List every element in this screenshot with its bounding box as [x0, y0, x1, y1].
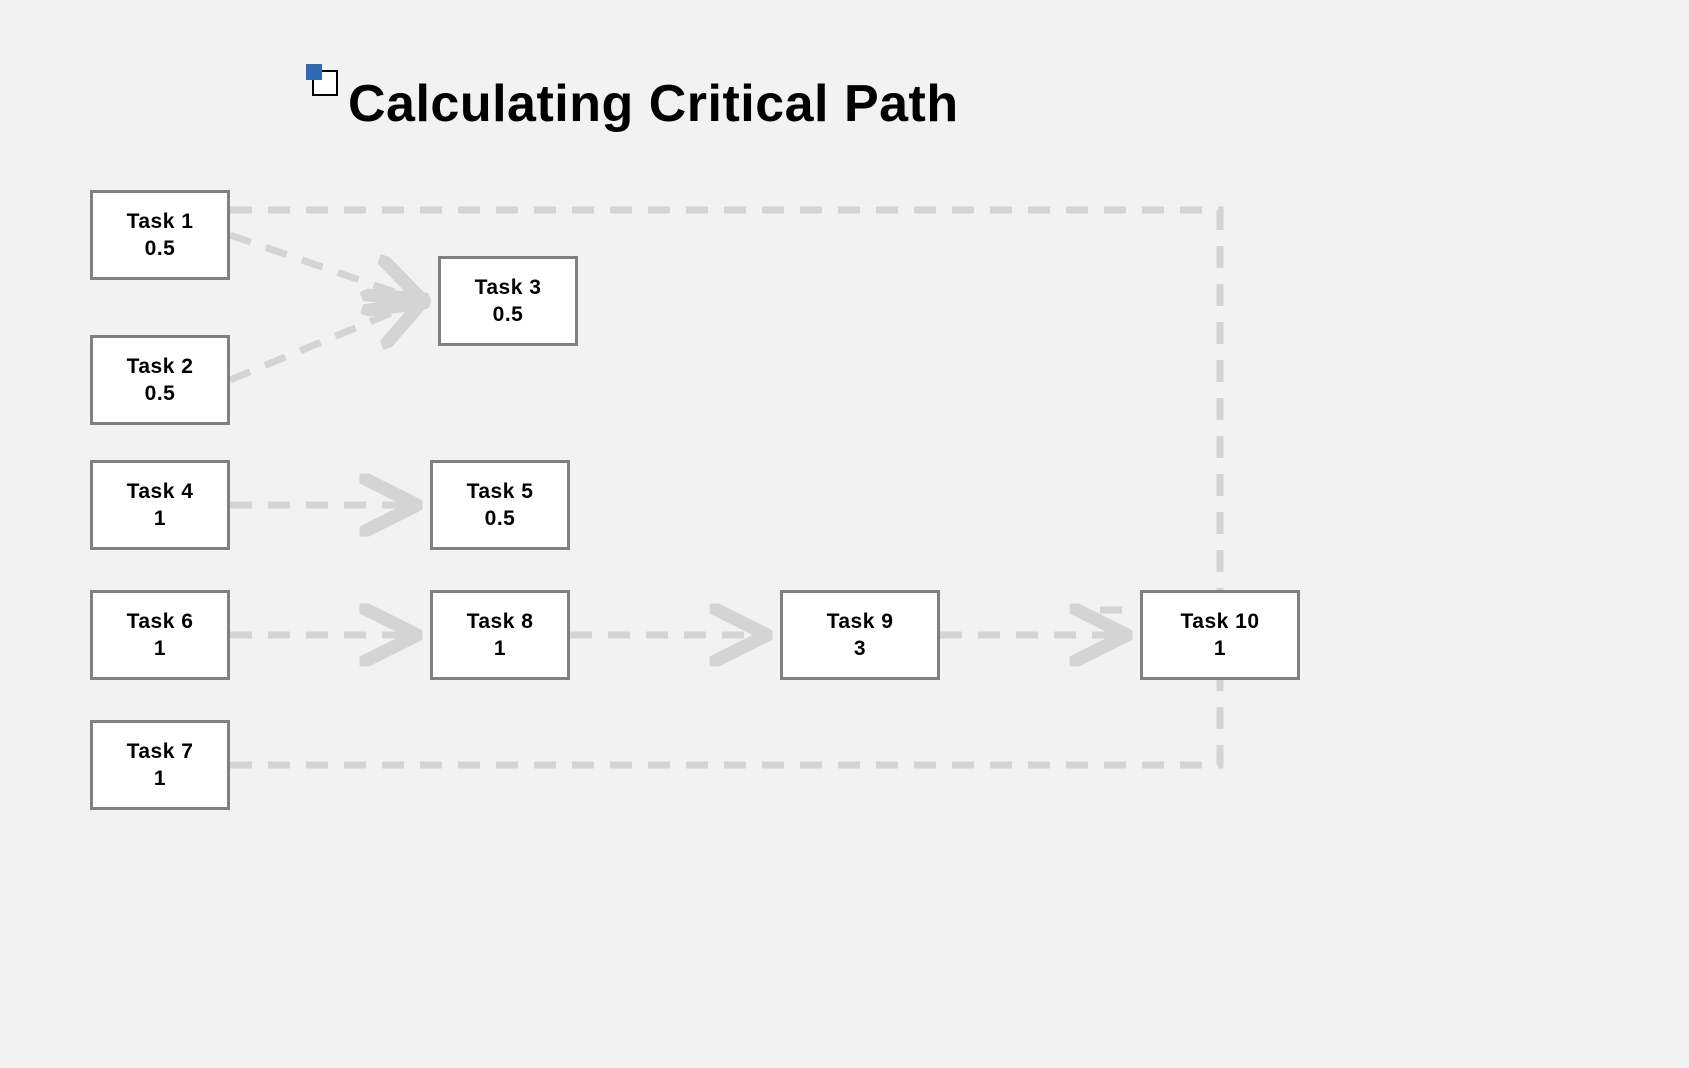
task-label: Task 8	[467, 608, 534, 635]
logo-icon	[306, 64, 336, 94]
task-label: Task 10	[1181, 608, 1260, 635]
task-label: Task 4	[127, 478, 194, 505]
edges-layer	[0, 0, 1689, 1068]
task-value: 1	[494, 635, 506, 662]
task-8-box: Task 8 1	[430, 590, 570, 680]
task-label: Task 2	[127, 353, 194, 380]
task-label: Task 5	[467, 478, 534, 505]
task-value: 0.5	[485, 505, 516, 532]
task-2-box: Task 2 0.5	[90, 335, 230, 425]
task-label: Task 9	[827, 608, 894, 635]
task-6-box: Task 6 1	[90, 590, 230, 680]
task-5-box: Task 5 0.5	[430, 460, 570, 550]
task-value: 0.5	[493, 301, 524, 328]
task-9-box: Task 9 3	[780, 590, 940, 680]
page-title: Calculating Critical Path	[348, 76, 959, 133]
task-value: 1	[1214, 635, 1226, 662]
diagram-canvas: Calculating Critical Path Task 1 0.5 Tas…	[0, 0, 1689, 1068]
task-value: 1	[154, 765, 166, 792]
task-value: 1	[154, 505, 166, 532]
task-value: 3	[854, 635, 866, 662]
task-label: Task 6	[127, 608, 194, 635]
task-3-box: Task 3 0.5	[438, 256, 578, 346]
task-label: Task 7	[127, 738, 194, 765]
task-1-box: Task 1 0.5	[90, 190, 230, 280]
task-value: 0.5	[145, 235, 176, 262]
task-7-box: Task 7 1	[90, 720, 230, 810]
task-10-box: Task 10 1	[1140, 590, 1300, 680]
task-label: Task 1	[127, 208, 194, 235]
task-value: 1	[154, 635, 166, 662]
task-4-box: Task 4 1	[90, 460, 230, 550]
task-label: Task 3	[475, 274, 542, 301]
task-value: 0.5	[145, 380, 176, 407]
